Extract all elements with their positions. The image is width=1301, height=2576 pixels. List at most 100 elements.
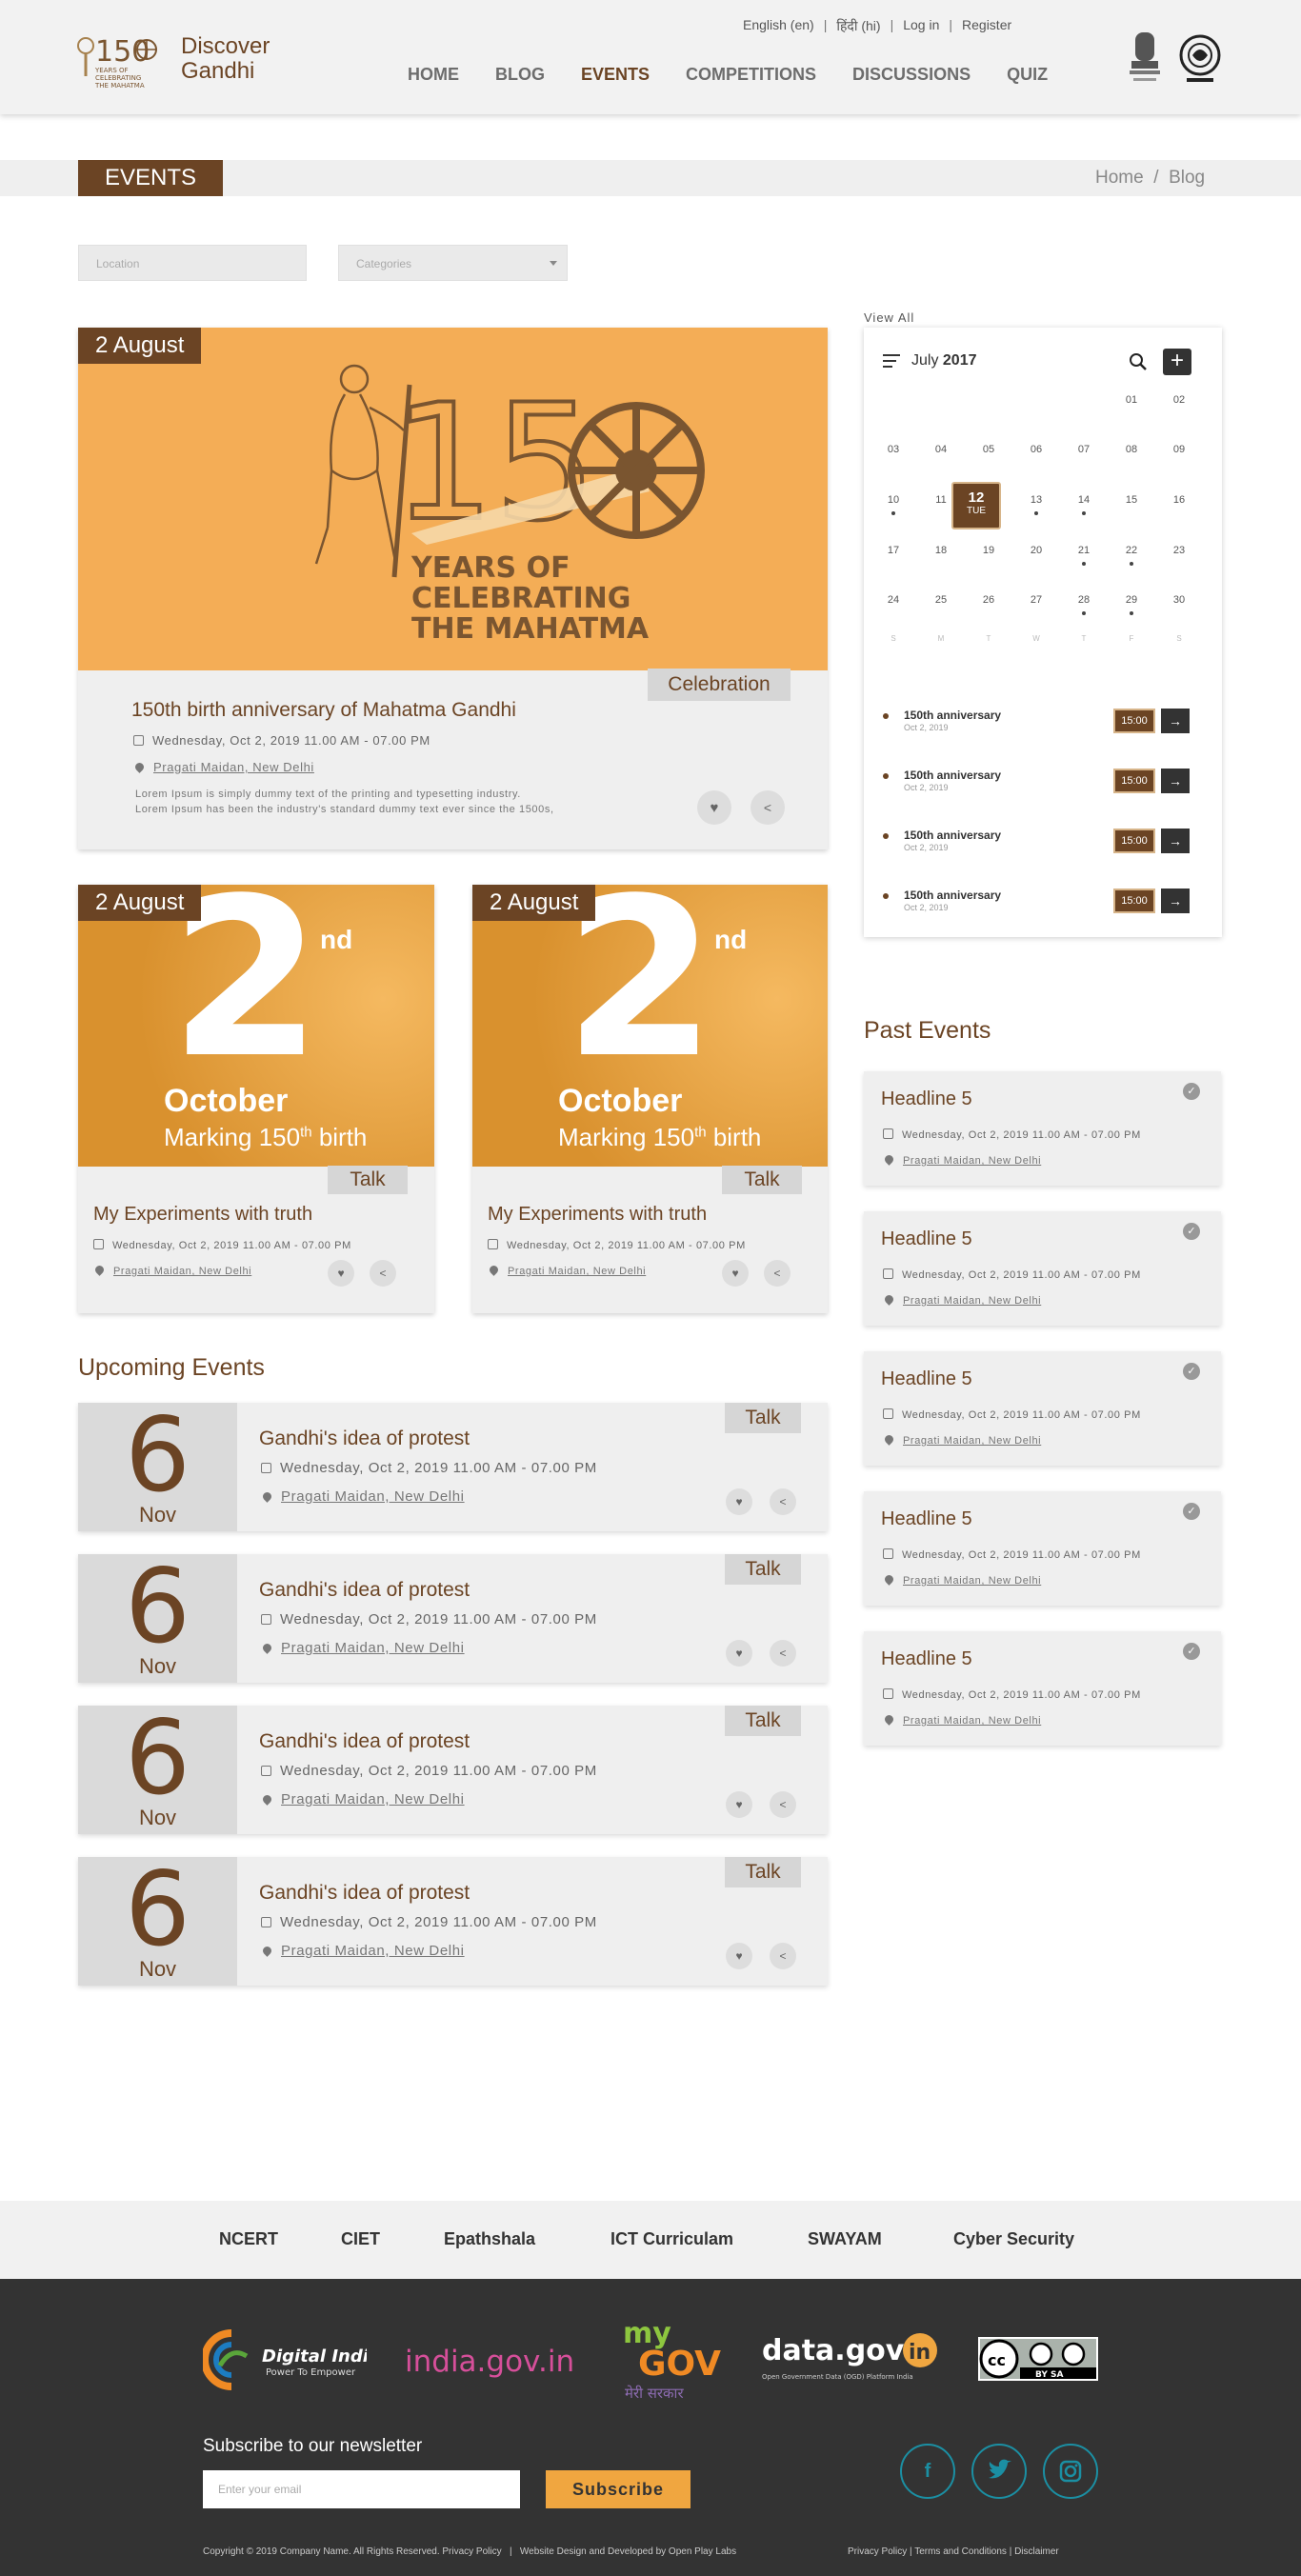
share-button[interactable]: < — [764, 1260, 791, 1287]
upcoming-event-card[interactable]: 6 Nov Gandhi's idea of protest Wednesday,… — [78, 1706, 828, 1834]
legal-links[interactable]: Privacy Policy | Terms and Conditions | … — [848, 2546, 1059, 2557]
past-event-card[interactable]: Headline 5 ✓ Wednesday, Oct 2, 2019 11.0… — [864, 1631, 1221, 1746]
event-title[interactable]: My Experiments with truth — [488, 1204, 707, 1226]
calendar-day[interactable]: 27 — [1022, 594, 1051, 606]
calendar-day[interactable]: 30 — [1165, 594, 1193, 606]
calendar-day[interactable]: 07 — [1070, 444, 1098, 455]
nav-quiz[interactable]: QUIZ — [1007, 65, 1048, 85]
past-event-title[interactable]: Headline 5 — [881, 1088, 972, 1110]
add-event-button[interactable]: + — [1163, 349, 1191, 375]
calendar-day[interactable]: 01 — [1117, 394, 1146, 406]
nav-events[interactable]: EVENTS — [581, 65, 650, 85]
event-location[interactable]: Pragati Maidan, New Delhi — [883, 1713, 1041, 1727]
event-location[interactable]: Pragati Maidan, New Delhi — [261, 1791, 465, 1807]
calendar-day[interactable]: 04 — [927, 444, 955, 455]
calendar-day[interactable]: 08 — [1117, 444, 1146, 455]
footer-link-ciet[interactable]: CIET — [341, 2229, 380, 2249]
footer-link-swayam[interactable]: SWAYAM — [808, 2229, 882, 2249]
nav-competitions[interactable]: COMPETITIONS — [686, 65, 816, 85]
past-event-card[interactable]: Headline 5 ✓ Wednesday, Oct 2, 2019 11.0… — [864, 1071, 1221, 1186]
nav-home[interactable]: HOME — [408, 65, 459, 85]
lang-english-link[interactable]: English (en) — [743, 17, 814, 35]
calendar-day[interactable]: 25 — [927, 594, 955, 606]
event-location[interactable]: Pragati Maidan, New Delhi — [883, 1293, 1041, 1307]
upcoming-event-card[interactable]: 6 Nov Gandhi's idea of protest Wednesday,… — [78, 1554, 828, 1683]
past-event-title[interactable]: Headline 5 — [881, 1648, 972, 1670]
upcoming-event-card[interactable]: 6 Nov Gandhi's idea of protest Wednesday,… — [78, 1857, 828, 1986]
event-title[interactable]: Gandhi's idea of protest — [259, 1730, 470, 1753]
share-button[interactable]: < — [770, 1943, 796, 1969]
event-title[interactable]: Gandhi's idea of protest — [259, 1428, 470, 1450]
category-tag[interactable]: Celebration — [648, 669, 791, 701]
breadcrumb-home[interactable]: Home — [1095, 168, 1144, 188]
calendar-day[interactable]: 03 — [879, 444, 908, 455]
brand-name[interactable]: Discover Gandhi — [181, 34, 270, 84]
share-button[interactable]: < — [751, 790, 785, 825]
event-title[interactable]: Gandhi's idea of protest — [259, 1882, 470, 1905]
calendar-day[interactable]: 10 — [879, 494, 908, 506]
calendar-month-year[interactable]: July 2017 — [911, 352, 977, 369]
past-event-card[interactable]: Headline 5 ✓ Wednesday, Oct 2, 2019 11.0… — [864, 1211, 1221, 1326]
share-button[interactable]: < — [770, 1791, 796, 1818]
featured-event-card[interactable]: 15 YEARS OF CELEBRATING THE MAHATMA 2 Au… — [78, 328, 828, 849]
event-title[interactable]: 150th birth anniversary of Mahatma Gandh… — [131, 699, 516, 722]
calendar-day[interactable]: 24 — [879, 594, 908, 606]
lang-hindi-link[interactable]: हिंदी (hi) — [836, 17, 880, 35]
facebook-icon[interactable]: f — [900, 2444, 955, 2499]
event-location[interactable]: Pragati Maidan, New Delhi — [261, 1943, 465, 1959]
like-button[interactable]: ♥ — [722, 1260, 749, 1287]
nav-discussions[interactable]: DISCUSSIONS — [852, 65, 971, 85]
event-location[interactable]: Pragati Maidan, New Delhi — [93, 1264, 251, 1277]
calendar-day[interactable]: 19 — [974, 545, 1003, 556]
like-button[interactable]: ♥ — [726, 1488, 752, 1515]
event-card[interactable]: 2 nd October Marking 150th birth 2 Augus… — [472, 885, 828, 1313]
instagram-icon[interactable] — [1043, 2444, 1098, 2499]
calendar-day[interactable]: 14 — [1070, 494, 1098, 506]
category-tag[interactable]: Talk — [725, 1706, 801, 1736]
like-button[interactable]: ♥ — [726, 1791, 752, 1818]
category-tag[interactable]: Talk — [725, 1554, 801, 1585]
share-button[interactable]: < — [770, 1488, 796, 1515]
like-button[interactable]: ♥ — [697, 790, 731, 825]
digital-india-logo[interactable]: Digital India Power To Empower — [203, 2327, 367, 2394]
event-title[interactable]: Gandhi's idea of protest — [259, 1579, 470, 1602]
calendar-day[interactable]: 02 — [1165, 394, 1193, 406]
logo-150-icon[interactable]: 150 YEARS OF CELEBRATING THE MAHATMA — [74, 27, 166, 93]
footer-link-epathshala[interactable]: Epathshala — [444, 2229, 535, 2249]
event-location[interactable]: Pragati Maidan, New Delhi — [883, 1573, 1041, 1587]
location-filter[interactable]: Location — [78, 245, 307, 281]
share-button[interactable]: < — [770, 1640, 796, 1667]
login-link[interactable]: Log in — [903, 17, 939, 35]
menu-icon[interactable] — [883, 354, 900, 368]
subscribe-button[interactable]: Subscribe — [546, 2470, 691, 2508]
upcoming-event-card[interactable]: 6 Nov Gandhi's idea of protest Wednesday,… — [78, 1403, 828, 1531]
data-gov-logo[interactable]: data.gov in Open Government Data (OGD) P… — [762, 2331, 943, 2388]
categories-dropdown[interactable]: Categories — [338, 245, 568, 281]
event-location[interactable]: Pragati Maidan, New Delhi — [883, 1433, 1041, 1447]
past-event-title[interactable]: Headline 5 — [881, 1228, 972, 1250]
arrow-right-icon[interactable]: → — [1161, 889, 1190, 913]
past-event-card[interactable]: Headline 5 ✓ Wednesday, Oct 2, 2019 11.0… — [864, 1351, 1221, 1466]
mygov-logo[interactable]: my GOV मेरी सरकार — [621, 2314, 724, 2406]
footer-link-cyber-security[interactable]: Cyber Security — [953, 2229, 1074, 2249]
calendar-day[interactable]: 21 — [1070, 545, 1098, 556]
calendar-day[interactable]: 17 — [879, 545, 908, 556]
calendar-day[interactable]: 09 — [1165, 444, 1193, 455]
creative-commons-icon[interactable]: cc BY SA — [978, 2337, 1098, 2381]
twitter-icon[interactable] — [971, 2444, 1027, 2499]
breadcrumb-blog[interactable]: Blog — [1169, 168, 1205, 188]
calendar-day[interactable]: 29 — [1117, 594, 1146, 606]
calendar-day[interactable]: 18 — [927, 545, 955, 556]
like-button[interactable]: ♥ — [726, 1640, 752, 1667]
event-location[interactable]: Pragati Maidan, New Delhi — [261, 1640, 465, 1656]
event-card[interactable]: 2 nd October Marking 150th birth 2 Augus… — [78, 885, 434, 1313]
calendar-day[interactable]: 23 — [1165, 545, 1193, 556]
category-tag[interactable]: Talk — [722, 1166, 802, 1194]
calendar-day[interactable]: 26 — [974, 594, 1003, 606]
search-icon[interactable] — [1129, 352, 1148, 371]
event-location[interactable]: Pragati Maidan, New Delhi — [261, 1488, 465, 1505]
view-all-link[interactable]: View All — [864, 310, 914, 325]
credits-text[interactable]: Website Design and Developed by Open Pla… — [520, 2546, 736, 2557]
category-tag[interactable]: Talk — [725, 1403, 801, 1433]
calendar-day[interactable]: 13 — [1022, 494, 1051, 506]
